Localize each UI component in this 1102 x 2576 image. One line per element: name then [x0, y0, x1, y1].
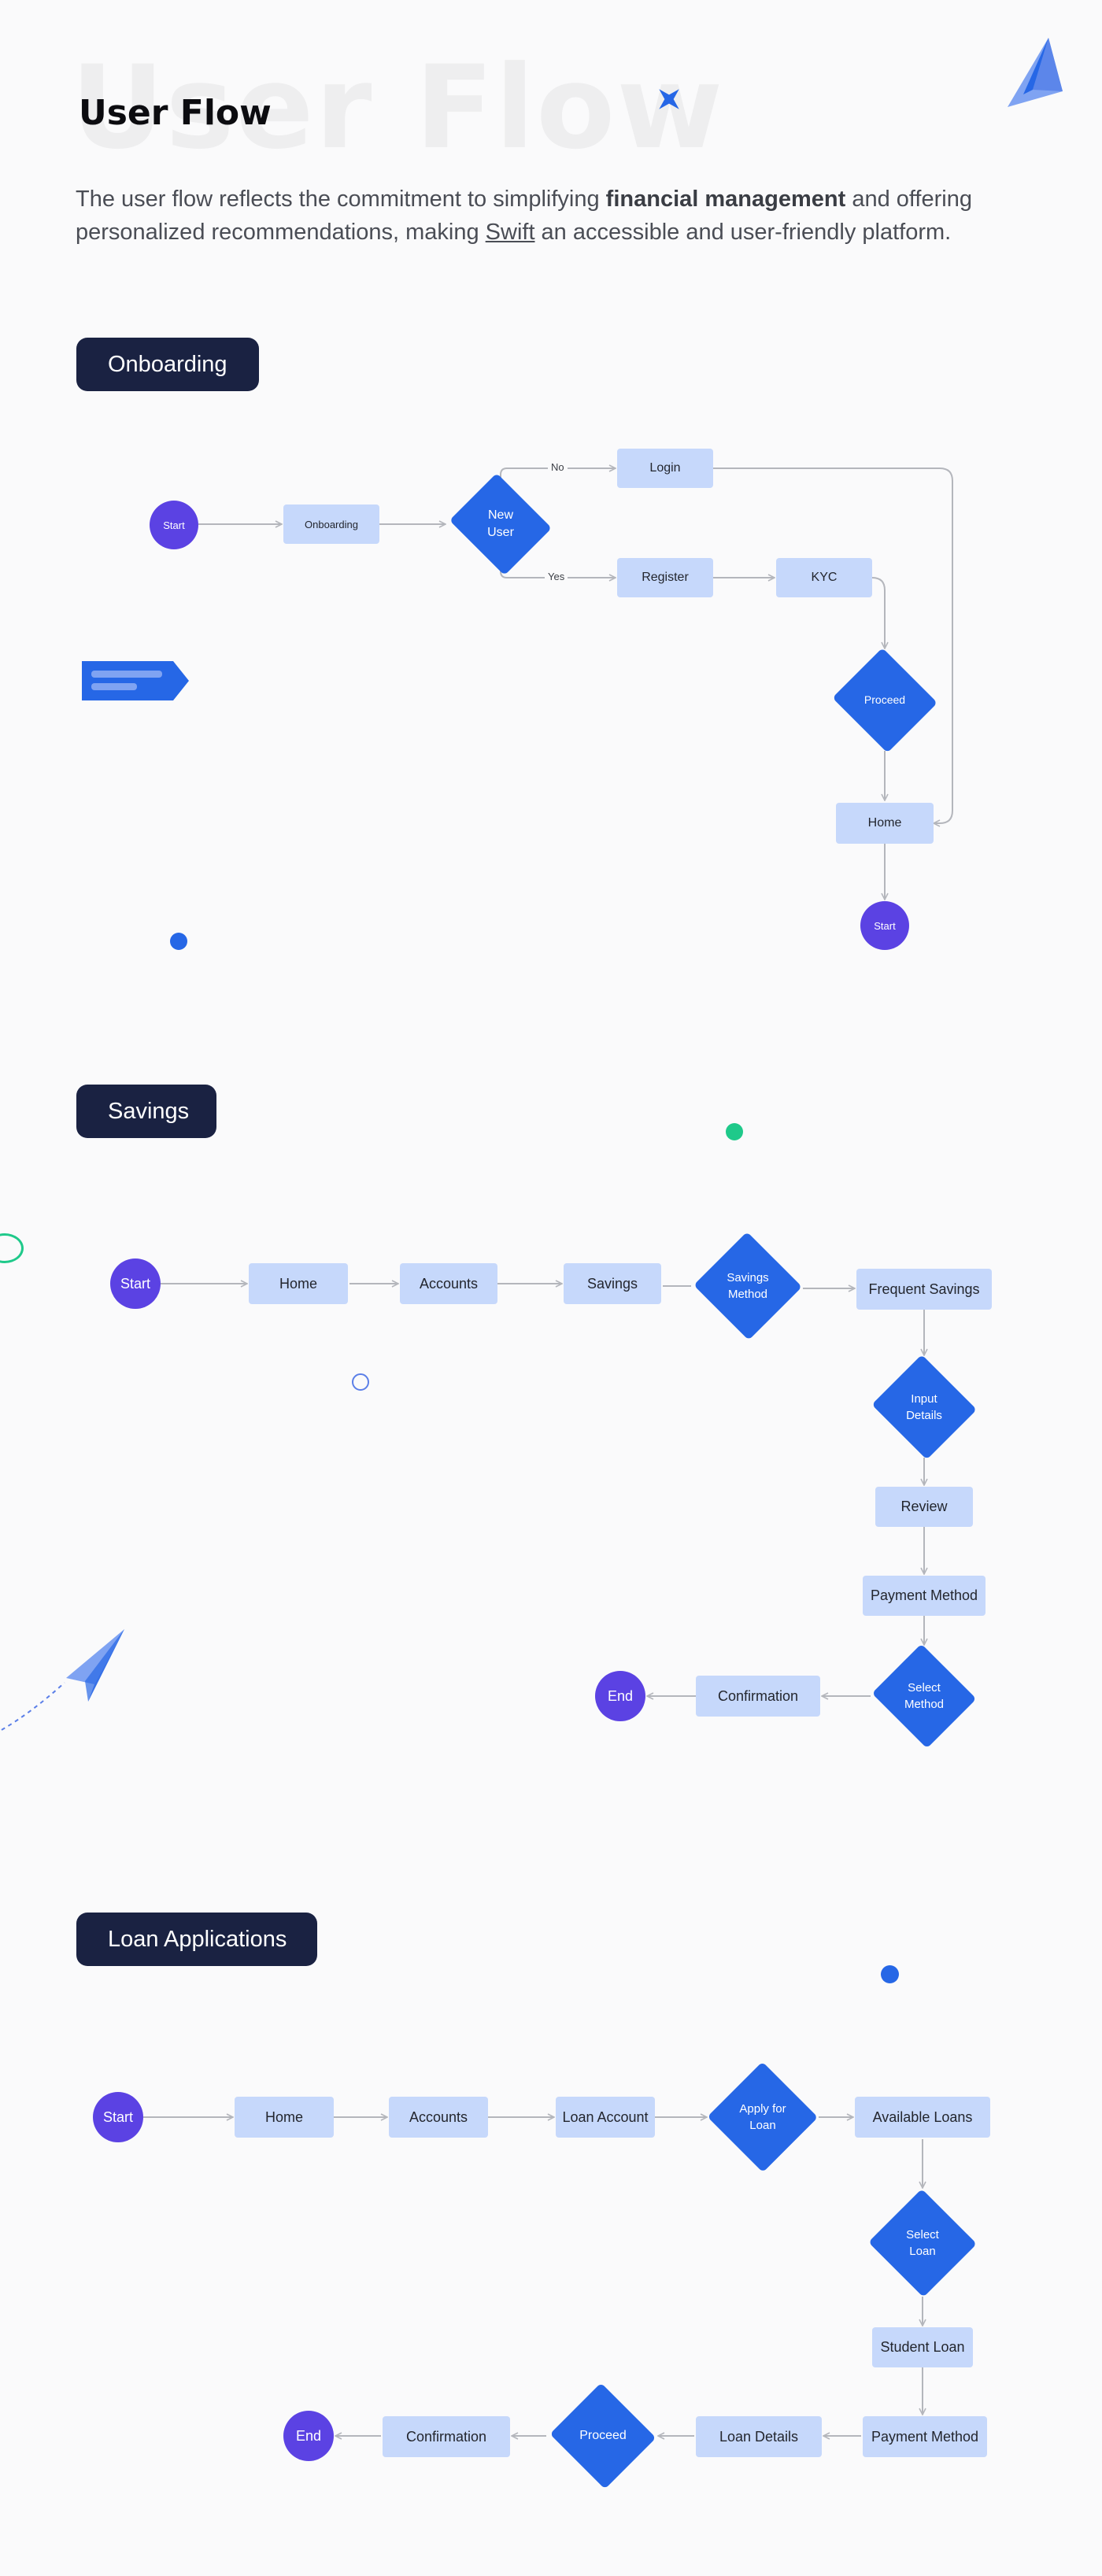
section-pill-savings: Savings [76, 1085, 216, 1138]
select-loan-decision[interactable]: Select Loan [867, 2190, 978, 2297]
loan-details-node[interactable]: Loan Details [696, 2416, 822, 2457]
savings-node[interactable]: Savings [564, 1263, 661, 1304]
available-loans-node[interactable]: Available Loans [855, 2097, 990, 2138]
savings-method-decision[interactable]: Savings Method [693, 1233, 803, 1340]
edge-label-yes: Yes [545, 571, 568, 582]
onboarding-home-node[interactable]: Home [836, 803, 934, 844]
loan-account-node[interactable]: Loan Account [556, 2097, 655, 2138]
loan-end-node[interactable]: End [283, 2411, 334, 2461]
savings-end-node[interactable]: End [595, 1671, 645, 1721]
loan-proceed-decision[interactable]: Proceed [548, 2385, 658, 2487]
paper-plane-icon [66, 1629, 124, 1702]
savings-payment-method-node[interactable]: Payment Method [863, 1576, 986, 1616]
loan-home-node[interactable]: Home [235, 2097, 334, 2138]
loan-confirmation-node[interactable]: Confirmation [383, 2416, 510, 2457]
dot-icon [881, 1965, 899, 1983]
dot-icon [726, 1123, 743, 1140]
register-node[interactable]: Register [617, 558, 713, 597]
input-details-decision[interactable]: Input Details [869, 1357, 979, 1458]
tag-flag-icon [82, 661, 189, 700]
new-user-decision[interactable]: New User [446, 477, 556, 571]
ring-icon [352, 1373, 369, 1391]
apply-for-loan-decision[interactable]: Apply for Loan [707, 2062, 819, 2172]
frequent-savings-node[interactable]: Frequent Savings [856, 1269, 992, 1310]
edge-label-no: No [548, 461, 568, 473]
savings-confirmation-node[interactable]: Confirmation [696, 1676, 820, 1717]
onboarding-end-node[interactable]: Start [860, 901, 909, 950]
onboarding-start-node[interactable]: Start [150, 501, 198, 549]
savings-accounts-node[interactable]: Accounts [400, 1263, 497, 1304]
kyc-node[interactable]: KYC [776, 558, 872, 597]
dot-icon [170, 933, 187, 950]
loan-accounts-node[interactable]: Accounts [389, 2097, 488, 2138]
savings-home-node[interactable]: Home [249, 1263, 348, 1304]
savings-start-node[interactable]: Start [110, 1258, 161, 1309]
select-method-decision[interactable]: Select Method [869, 1646, 979, 1746]
student-loan-node[interactable]: Student Loan [872, 2327, 973, 2367]
review-node[interactable]: Review [875, 1487, 973, 1527]
login-node[interactable]: Login [617, 449, 713, 488]
proceed-decision[interactable]: Proceed [830, 650, 940, 751]
loan-payment-method-node[interactable]: Payment Method [863, 2416, 987, 2457]
onboarding-node[interactable]: Onboarding [283, 504, 379, 544]
section-pill-loan-applications: Loan Applications [76, 1913, 317, 1966]
loan-start-node[interactable]: Start [93, 2092, 143, 2142]
